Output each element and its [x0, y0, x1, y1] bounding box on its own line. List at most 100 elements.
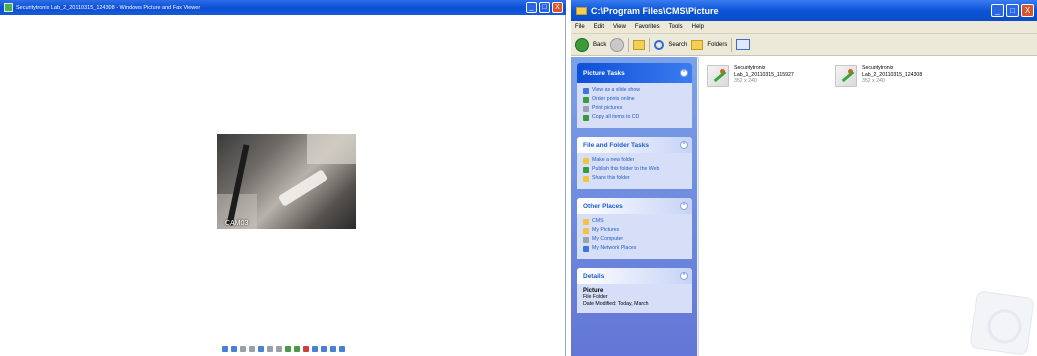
globe-icon [583, 167, 589, 173]
viewer-titlebar[interactable]: Securitytronix Lab_2_20110315_124308 - W… [0, 0, 566, 15]
edit-icon[interactable] [330, 346, 336, 352]
place-my-network[interactable]: My Network Places [583, 245, 688, 252]
menu-favorites[interactable]: Favorites [635, 24, 660, 30]
menu-tools[interactable]: Tools [669, 24, 683, 30]
place-label: My Network Places [592, 245, 637, 251]
menu-help[interactable]: Help [692, 24, 704, 30]
collapse-icon[interactable]: ^ [680, 141, 688, 149]
zoom-out-icon[interactable] [276, 346, 282, 352]
camera-overlay-label: CAM03 [225, 220, 249, 227]
up-folder-icon[interactable] [633, 39, 646, 50]
file-folder-tasks-title: File and Folder Tasks [583, 141, 649, 149]
task-order-prints[interactable]: Order prints online [583, 96, 688, 103]
task-label: Make a new folder [592, 157, 635, 163]
details-header[interactable]: Details ^ [577, 268, 692, 284]
place-label: CMS [592, 218, 604, 224]
delete-icon[interactable] [303, 346, 309, 352]
picture-tasks-header[interactable]: Picture Tasks ^ [577, 63, 692, 83]
folder-icon [583, 219, 589, 225]
task-pane: Picture Tasks ^ View as a slide show Ord… [571, 57, 697, 356]
details-panel: Details ^ Picture File Folder Date Modif… [577, 268, 692, 313]
explorer-toolbar: Back Search Folders [571, 34, 1037, 56]
image-file-icon [707, 65, 729, 87]
file-dimensions: 352 x 240 [862, 78, 885, 84]
zoom-in-icon[interactable] [267, 346, 273, 352]
search-button[interactable]: Search [668, 42, 687, 48]
viewer-close-button[interactable]: X [552, 2, 563, 13]
place-label: My Computer [592, 236, 624, 242]
collapse-icon[interactable]: ^ [680, 69, 688, 77]
file-dimensions: 352 x 240 [734, 78, 757, 84]
menu-bar: File Edit View Favorites Tools Help [571, 21, 1037, 34]
rotate-clockwise-icon[interactable] [285, 346, 291, 352]
explorer-minimize-button[interactable]: _ [991, 4, 1004, 17]
best-fit-icon[interactable] [240, 346, 246, 352]
folders-button[interactable]: Folders [707, 42, 727, 48]
viewer-minimize-button[interactable]: _ [526, 2, 537, 13]
details-modified: Date Modified: Today, March [583, 301, 649, 307]
file-item[interactable]: Securitytronix Lab_2_20110315_124308 352… [835, 65, 922, 87]
picture-tasks-title: Picture Tasks [583, 69, 625, 77]
file-item[interactable]: Securitytronix Lab_1_20110315_115927 352… [707, 65, 794, 87]
photo-region [307, 134, 356, 164]
back-button[interactable]: Back [593, 42, 606, 48]
place-my-pictures[interactable]: My Pictures [583, 227, 688, 234]
task-publish-web[interactable]: Publish this folder to the Web [583, 166, 688, 173]
collapse-icon[interactable]: ^ [680, 272, 688, 280]
shared-folder-icon [583, 176, 589, 182]
explorer-titlebar[interactable]: C:\Program Files\CMS\Picture _ □ X [571, 0, 1037, 21]
menu-file[interactable]: File [575, 24, 585, 30]
folders-icon[interactable] [691, 39, 704, 50]
other-places-header[interactable]: Other Places ^ [577, 198, 692, 214]
actual-size-icon[interactable] [249, 346, 255, 352]
views-icon[interactable] [736, 39, 751, 50]
toolbar-separator [628, 37, 630, 52]
other-places-panel: Other Places ^ CMS My Pictures My Comput… [577, 198, 692, 259]
collapse-icon[interactable]: ^ [680, 202, 688, 210]
place-label: My Pictures [592, 227, 620, 233]
forward-arrow-icon[interactable] [610, 37, 625, 52]
print-icon[interactable] [312, 346, 318, 352]
folder-watermark-icon [969, 290, 1035, 356]
help-icon[interactable] [339, 346, 345, 352]
task-label: Share this folder [592, 175, 630, 181]
picture-tasks-panel: Picture Tasks ^ View as a slide show Ord… [577, 63, 692, 128]
photo-light-streak [277, 169, 329, 207]
camera-snapshot-image: CAM03 [217, 134, 356, 229]
place-my-computer[interactable]: My Computer [583, 236, 688, 243]
other-places-title: Other Places [583, 202, 623, 210]
file-folder-tasks-panel: File and Folder Tasks ^ Make a new folde… [577, 137, 692, 189]
task-share-folder[interactable]: Share this folder [583, 175, 688, 182]
explorer-maximize-button[interactable]: □ [1006, 4, 1019, 17]
toolbar-separator [649, 37, 651, 52]
picture-viewer-window: Securitytronix Lab_2_20110315_124308 - W… [0, 0, 566, 356]
menu-edit[interactable]: Edit [594, 24, 604, 30]
place-cms[interactable]: CMS [583, 218, 688, 225]
explorer-close-button[interactable]: X [1021, 4, 1034, 17]
back-arrow-icon[interactable] [575, 37, 589, 52]
printer-icon [583, 106, 589, 112]
viewer-maximize-button[interactable]: □ [539, 2, 550, 13]
task-new-folder[interactable]: Make a new folder [583, 157, 688, 164]
previous-image-icon[interactable] [222, 346, 228, 352]
picture-viewer-app-icon [4, 3, 13, 12]
task-print[interactable]: Print pictures [583, 105, 688, 112]
network-icon [583, 246, 589, 252]
file-folder-tasks-header[interactable]: File and Folder Tasks ^ [577, 137, 692, 153]
file-list: Securitytronix Lab_1_20110315_115927 352… [698, 57, 1037, 356]
rotate-counterclockwise-icon[interactable] [294, 346, 300, 352]
menu-view[interactable]: View [613, 24, 626, 30]
task-label: Print pictures [592, 105, 623, 111]
folder-icon [576, 6, 587, 15]
slideshow-icon[interactable] [258, 346, 264, 352]
task-label: Publish this folder to the Web [592, 166, 660, 172]
details-title: Details [583, 272, 605, 280]
image-file-icon [835, 65, 857, 87]
task-copy-cd[interactable]: Copy all items to CD [583, 114, 688, 121]
globe-icon [583, 97, 589, 103]
next-image-icon[interactable] [231, 346, 237, 352]
new-folder-icon [583, 158, 589, 164]
search-icon[interactable] [654, 39, 665, 50]
save-icon[interactable] [321, 346, 327, 352]
task-slideshow[interactable]: View as a slide show [583, 87, 688, 94]
